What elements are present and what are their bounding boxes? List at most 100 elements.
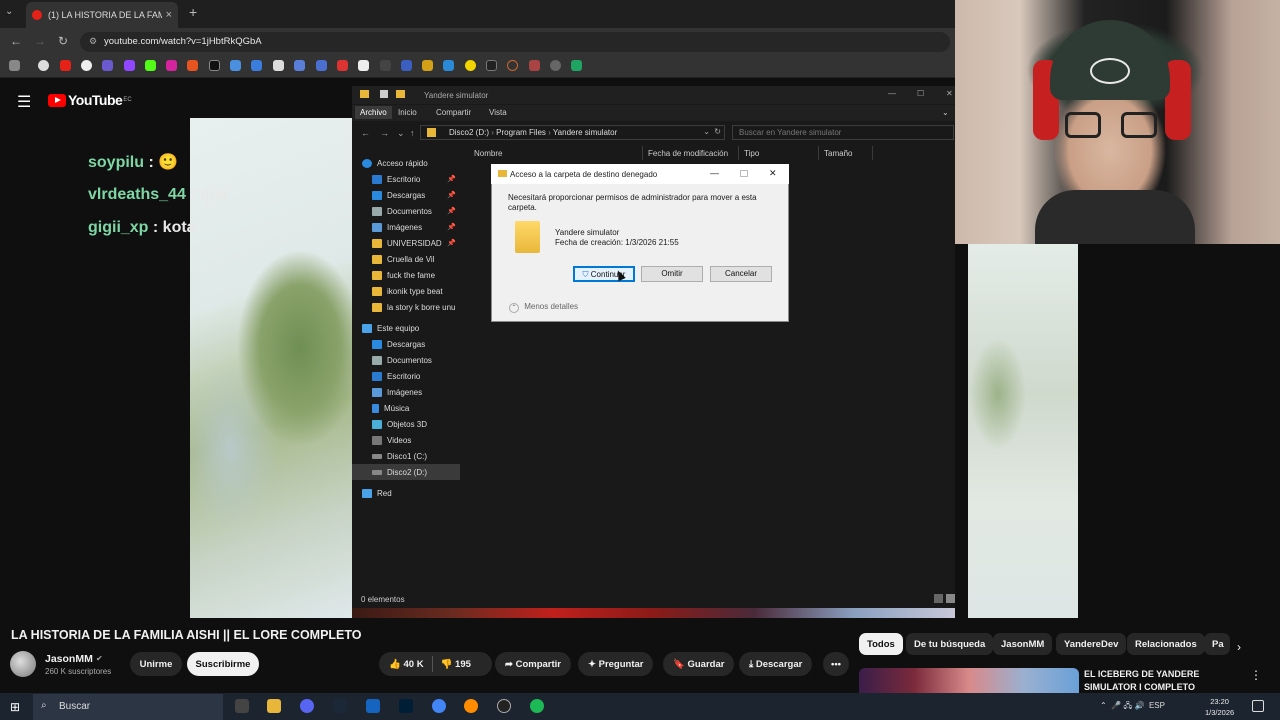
nav-item[interactable]: Documentos	[362, 352, 462, 368]
chip-all[interactable]: Todos	[859, 633, 903, 655]
continue-button[interactable]: ⛉ Continuar	[573, 266, 635, 282]
channel-name[interactable]: JasonMM	[45, 653, 93, 665]
tab-close-icon[interactable]: ×	[166, 9, 172, 21]
task-view-icon[interactable]	[235, 699, 249, 713]
chip-from-search[interactable]: De tu búsqueda	[906, 633, 994, 655]
x-icon[interactable]	[209, 60, 220, 71]
apps-icon[interactable]	[9, 60, 20, 71]
dropdown-icon[interactable]: ⌄	[703, 127, 710, 136]
dialog-minimize-button[interactable]: —	[710, 168, 719, 178]
like-icon[interactable]: 👍	[389, 659, 401, 670]
tiles-view-icon[interactable]	[946, 594, 955, 603]
cancel-button[interactable]: Cancelar	[710, 266, 772, 282]
minimize-button[interactable]: —	[888, 89, 896, 98]
windows-start-icon[interactable]: ⊞	[10, 700, 20, 714]
nav-item-selected[interactable]: Disco2 (D:)	[362, 464, 462, 480]
ribbon-tab-compartir[interactable]: Compartir	[436, 108, 471, 117]
nav-item[interactable]: fuck the fame	[362, 267, 462, 283]
chip-jasonmm[interactable]: JasonMM	[993, 633, 1053, 655]
properties-icon[interactable]	[380, 90, 388, 98]
maximize-button[interactable]: ☐	[917, 89, 924, 98]
file-explorer-icon[interactable]	[267, 699, 281, 713]
bookmark-icon[interactable]	[316, 60, 327, 71]
browser-tab[interactable]: (1) LA HISTORIA DE LA FAMILIA AISHI ×	[26, 2, 178, 28]
nav-item[interactable]: Imágenes 📌	[362, 219, 462, 235]
bookmark-icon[interactable]	[486, 60, 497, 71]
chevron-right-icon[interactable]: ›	[1237, 640, 1241, 654]
twitch-icon[interactable]	[124, 60, 135, 71]
ribbon-tab-inicio[interactable]: Inicio	[398, 108, 417, 117]
bookmark-icon[interactable]	[550, 60, 561, 71]
nav-item[interactable]: la story k borre unu	[362, 299, 462, 315]
forward-button[interactable]: →	[34, 34, 46, 48]
ribbon-tab-archivo[interactable]: Archivo	[355, 106, 392, 119]
spotify-icon[interactable]	[530, 699, 544, 713]
dialog-close-button[interactable]: ✕	[769, 168, 777, 179]
dislike-count[interactable]: 195	[455, 659, 471, 670]
share-button[interactable]: ➦ Compartir	[495, 652, 572, 676]
bookmark-icon[interactable]	[529, 60, 540, 71]
ribbon-expand-icon[interactable]: ⌄	[942, 108, 949, 117]
clock[interactable]: 23:20 1/3/2026	[1205, 696, 1234, 718]
close-button[interactable]: ✕	[946, 89, 953, 98]
save-button[interactable]: 🔖 Guardar	[663, 652, 735, 676]
bookmark-icon[interactable]	[337, 60, 348, 71]
bookmark-icon[interactable]	[401, 60, 412, 71]
download-button[interactable]: ⤓ Descargar	[739, 652, 813, 676]
nav-item[interactable]: Videos	[362, 432, 462, 448]
nav-item[interactable]: UNIVERSIDAD 📌	[362, 235, 462, 251]
skip-button[interactable]: Omitir	[641, 266, 703, 282]
youtube-logo[interactable]: YouTube EC	[48, 92, 132, 108]
bookmark-icon[interactable]	[443, 60, 454, 71]
nav-item[interactable]: Disco1 (C:)	[362, 448, 462, 464]
nav-item[interactable]: ikonik type beat	[362, 283, 462, 299]
address-bar[interactable]: youtube.com/watch?v=1jHbtRkQGbA	[80, 32, 950, 52]
nav-item[interactable]: Música	[362, 400, 462, 416]
google-icon[interactable]	[38, 60, 49, 71]
nav-network[interactable]: Red	[362, 485, 462, 501]
bookmark-icon[interactable]	[251, 60, 262, 71]
column-type[interactable]: Tipo	[744, 149, 759, 158]
subscribe-button[interactable]: Suscribirme	[187, 652, 259, 676]
column-size[interactable]: Tamaño	[824, 149, 852, 158]
nav-item[interactable]: Objetos 3D	[362, 416, 462, 432]
nav-item[interactable]: Escritorio 📌	[362, 171, 462, 187]
more-actions-button[interactable]: •••	[823, 652, 849, 676]
tab-list-button[interactable]: ⌄	[5, 6, 13, 17]
back-button[interactable]: ←	[10, 34, 22, 48]
new-tab-button[interactable]: +	[189, 4, 197, 20]
video-frame-map-right[interactable]	[968, 244, 1078, 618]
like-count[interactable]: 40 K	[403, 659, 423, 670]
chip-related[interactable]: Relacionados	[1127, 633, 1205, 655]
nav-item[interactable]: Escritorio	[362, 368, 462, 384]
breadcrumb-yandere[interactable]: Yandere simulator	[553, 128, 617, 137]
recent-icon[interactable]: ⌄	[397, 128, 405, 139]
notifications-icon[interactable]	[1252, 700, 1264, 712]
breadcrumb-disk[interactable]: Disco2 (D:)	[449, 128, 489, 137]
bookmark-icon[interactable]	[187, 60, 198, 71]
discord-icon[interactable]	[300, 699, 314, 713]
address-bar[interactable]: Disco2 (D:) › Program Files › Yandere si…	[420, 125, 725, 140]
system-tray[interactable]: ⌃ 🎤 🖧 🔊 ESP	[1100, 700, 1165, 714]
instagram-icon[interactable]	[166, 60, 177, 71]
dislike-icon[interactable]: 👎	[441, 659, 453, 670]
bookmark-icon[interactable]	[102, 60, 113, 71]
sheets-icon[interactable]	[571, 60, 582, 71]
reload-button[interactable]: ↻	[58, 34, 68, 48]
menu-icon[interactable]: ☰	[17, 92, 31, 112]
explorer-search-field[interactable]: Buscar en Yandere simulator	[732, 125, 954, 140]
bookmark-icon[interactable]	[230, 60, 241, 71]
new-folder-icon[interactable]	[396, 90, 405, 98]
nav-item[interactable]: Cruella de Vil	[362, 251, 462, 267]
youtube-bookmark-icon[interactable]	[60, 60, 71, 71]
breadcrumb-program-files[interactable]: Program Files	[496, 128, 546, 137]
taskbar-search[interactable]: Buscar	[33, 694, 223, 720]
nav-item[interactable]: Descargas	[362, 336, 462, 352]
column-date[interactable]: Fecha de modificación	[648, 149, 728, 158]
nav-item[interactable]: Documentos 📌	[362, 203, 462, 219]
forward-icon[interactable]: →	[380, 128, 389, 138]
bookmark-icon[interactable]	[507, 60, 518, 71]
bookmark-icon[interactable]	[422, 60, 433, 71]
chrome-icon[interactable]	[432, 699, 446, 713]
less-details-toggle[interactable]: ⌃ Menos detalles	[509, 302, 578, 313]
